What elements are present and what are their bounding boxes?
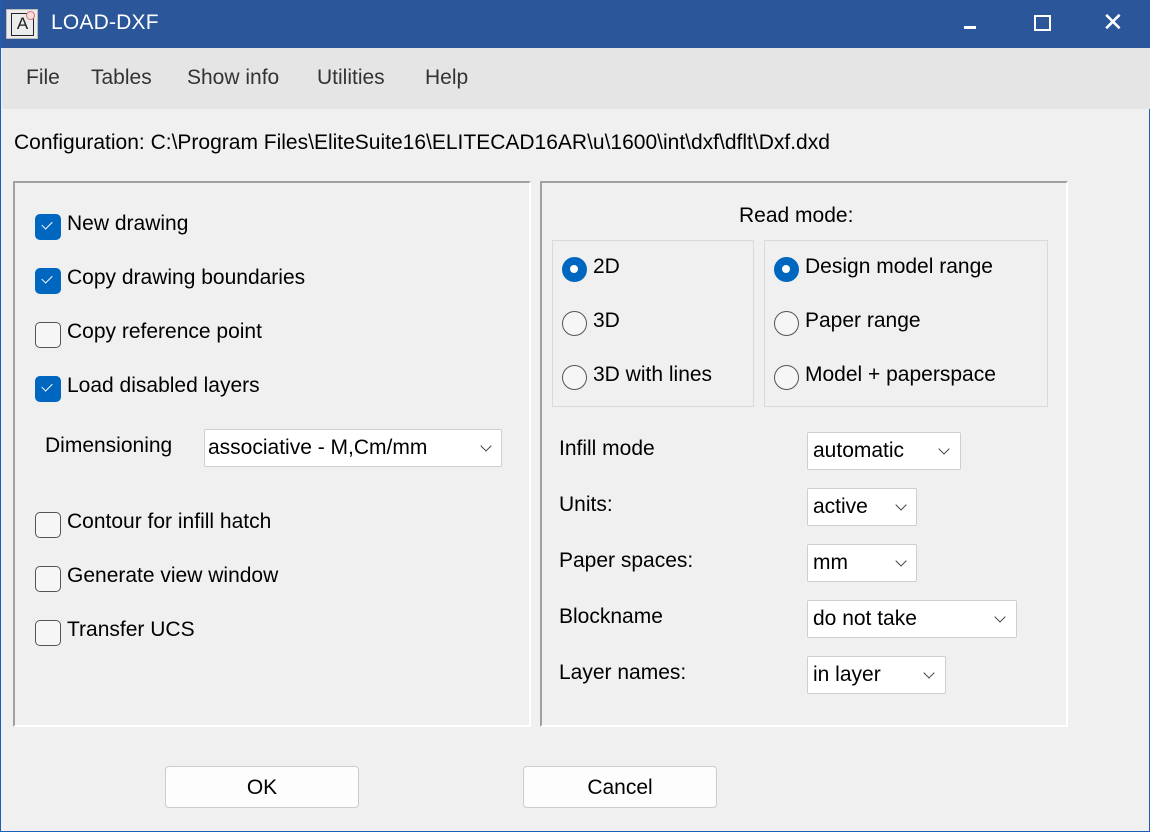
- layer-names-value: in layer: [813, 663, 881, 686]
- configuration-path: Configuration: C:\Program Files\EliteSui…: [14, 131, 830, 154]
- chevron-down-icon: [480, 440, 492, 452]
- minimize-icon: [964, 26, 976, 29]
- radio-3d[interactable]: [562, 311, 587, 336]
- layer-names-select[interactable]: in layer: [807, 656, 946, 694]
- layer-names-label: Layer names:: [559, 661, 687, 684]
- load-disabled-layers-checkbox[interactable]: [35, 376, 61, 402]
- copy-drawing-boundaries-checkbox[interactable]: [35, 268, 61, 294]
- menu-tables[interactable]: Tables: [91, 66, 152, 90]
- blockname-value: do not take: [813, 607, 917, 630]
- ok-button[interactable]: OK: [165, 766, 359, 808]
- paper-spaces-label: Paper spaces:: [559, 549, 694, 572]
- menu-utilities[interactable]: Utilities: [317, 66, 385, 90]
- units-label: Units:: [559, 493, 613, 516]
- load-dxf-dialog: A LOAD-DXF ✕ File Tables Show info Utili…: [0, 0, 1150, 832]
- dimensioning-label: Dimensioning: [45, 434, 173, 457]
- contour-infill-hatch-label: Contour for infill hatch: [67, 510, 272, 533]
- chevron-down-icon: [895, 499, 907, 511]
- radio-3d-with-lines-label: 3D with lines: [593, 363, 713, 386]
- chevron-down-icon: [895, 555, 907, 567]
- radio-2d[interactable]: [562, 257, 587, 282]
- units-value: active: [813, 495, 868, 518]
- chevron-down-icon: [923, 667, 935, 679]
- radio-3d-label: 3D: [593, 309, 620, 332]
- transfer-ucs-label: Transfer UCS: [67, 618, 195, 641]
- menu-show-info[interactable]: Show info: [187, 66, 279, 90]
- infill-mode-value: automatic: [813, 439, 905, 462]
- dimensioning-select[interactable]: associative - M,Cm/mm: [204, 429, 502, 467]
- units-select[interactable]: active: [807, 488, 917, 526]
- radio-paper-range-label: Paper range: [805, 309, 921, 332]
- transfer-ucs-checkbox[interactable]: [35, 620, 61, 646]
- infill-mode-label: Infill mode: [559, 437, 655, 460]
- app-icon-badge: [26, 11, 35, 20]
- blockname-select[interactable]: do not take: [807, 600, 1017, 638]
- load-disabled-layers-label: Load disabled layers: [67, 374, 260, 397]
- radio-3d-with-lines[interactable]: [562, 365, 587, 390]
- maximize-button[interactable]: [1006, 0, 1076, 48]
- infill-mode-select[interactable]: automatic: [807, 432, 961, 470]
- radio-paper-range[interactable]: [774, 311, 799, 336]
- dimensioning-value: associative - M,Cm/mm: [208, 436, 428, 459]
- radio-2d-label: 2D: [593, 255, 620, 278]
- window-title: LOAD-DXF: [51, 11, 159, 34]
- radio-design-model-range-label: Design model range: [805, 255, 993, 278]
- title-bar[interactable]: A LOAD-DXF ✕: [1, 0, 1150, 48]
- blockname-label: Blockname: [559, 605, 663, 628]
- menu-file[interactable]: File: [26, 66, 60, 90]
- paper-spaces-value: mm: [813, 551, 848, 574]
- menu-help[interactable]: Help: [425, 66, 468, 90]
- minimize-button[interactable]: [933, 0, 1003, 48]
- chevron-down-icon: [938, 443, 950, 455]
- new-drawing-label: New drawing: [67, 212, 189, 235]
- radio-model-paperspace-label: Model + paperspace: [805, 363, 996, 386]
- contour-infill-hatch-checkbox[interactable]: [35, 512, 61, 538]
- radio-design-model-range[interactable]: [774, 257, 799, 282]
- copy-drawing-boundaries-label: Copy drawing boundaries: [67, 266, 306, 289]
- copy-reference-point-checkbox[interactable]: [35, 322, 61, 348]
- chevron-down-icon: [994, 611, 1006, 623]
- copy-reference-point-label: Copy reference point: [67, 320, 262, 343]
- close-button[interactable]: ✕: [1078, 0, 1148, 48]
- cancel-button[interactable]: Cancel: [523, 766, 717, 808]
- radio-model-paperspace[interactable]: [774, 365, 799, 390]
- close-icon: ✕: [1102, 8, 1124, 38]
- new-drawing-checkbox[interactable]: [35, 214, 61, 240]
- generate-view-window-label: Generate view window: [67, 564, 279, 587]
- read-mode-title: Read mode:: [739, 204, 854, 227]
- app-icon[interactable]: A: [6, 9, 38, 39]
- maximize-icon: [1034, 15, 1051, 31]
- paper-spaces-select[interactable]: mm: [807, 544, 917, 582]
- menu-bar: File Tables Show info Utilities Help: [2, 48, 1150, 109]
- generate-view-window-checkbox[interactable]: [35, 566, 61, 592]
